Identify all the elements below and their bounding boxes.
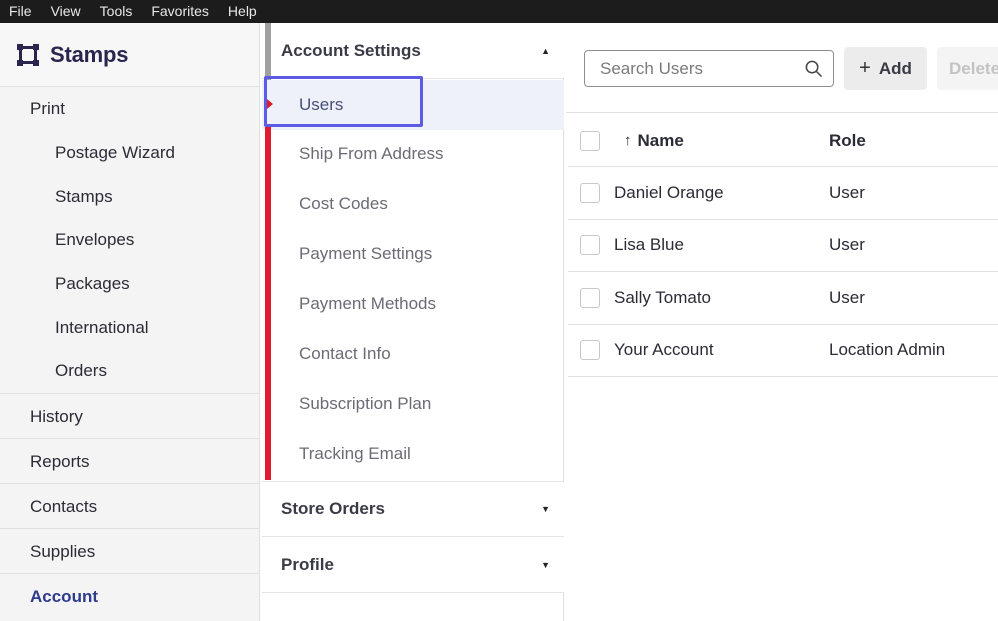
row-checkbox[interactable]	[580, 235, 600, 256]
search-icon[interactable]	[804, 59, 823, 78]
users-toolbar: + Add Delete	[566, 23, 998, 113]
row-checkbox[interactable]	[580, 287, 600, 308]
search-box	[584, 50, 834, 87]
sidebar-item-packages[interactable]: Packages	[0, 262, 259, 306]
profile-header[interactable]: Profile ▼	[262, 537, 564, 593]
user-role: User	[829, 287, 865, 307]
table-row[interactable]: Daniel Orange User	[568, 167, 998, 220]
search-input[interactable]	[585, 51, 795, 86]
sort-ascending-icon: ↑	[624, 132, 632, 149]
profile-title: Profile	[281, 554, 334, 574]
column-header-name-label: Name	[637, 130, 684, 150]
delete-user-button[interactable]: Delete	[937, 47, 998, 90]
sidebar-item-postage-wizard[interactable]: Postage Wizard	[0, 131, 259, 175]
table-row[interactable]: Lisa Blue User	[568, 220, 998, 272]
menu-favorites[interactable]: Favorites	[142, 0, 219, 23]
chevron-down-icon: ▼	[541, 504, 550, 514]
settings-item-contact-info[interactable]: Contact Info	[262, 329, 564, 379]
user-name: Daniel Orange	[614, 182, 724, 202]
row-checkbox[interactable]	[580, 182, 600, 203]
settings-item-tracking-email[interactable]: Tracking Email	[262, 429, 564, 479]
sidebar-item-envelopes[interactable]: Envelopes	[0, 218, 259, 262]
menu-help[interactable]: Help	[219, 0, 267, 23]
sidebar-item-supplies[interactable]: Supplies	[0, 528, 259, 573]
user-role: Location Admin	[829, 340, 946, 360]
add-button-label: Add	[878, 58, 912, 78]
account-settings-title: Account Settings	[281, 40, 421, 60]
menu-view[interactable]: View	[42, 0, 91, 23]
table-header-row: ↑ Name Role	[568, 115, 998, 167]
sidebar-item-orders[interactable]: Orders	[0, 349, 259, 393]
chevron-down-icon: ▼	[541, 559, 550, 570]
settings-item-payment-settings[interactable]: Payment Settings	[262, 229, 564, 279]
user-name: Lisa Blue	[614, 235, 684, 255]
settings-item-ship-from-address[interactable]: Ship From Address	[262, 129, 564, 179]
store-orders-header[interactable]: Store Orders ▼	[262, 481, 564, 537]
column-header-name[interactable]: ↑ Name	[624, 115, 684, 166]
menu-bar: File View Tools Favorites Help	[0, 0, 998, 23]
column-header-role[interactable]: Role	[829, 115, 866, 166]
sidebar-item-stamps[interactable]: Stamps	[0, 175, 259, 219]
active-section-bar	[265, 127, 271, 480]
account-settings-header[interactable]: Account Settings ▲	[262, 23, 564, 79]
user-role: User	[829, 182, 865, 202]
add-user-button[interactable]: + Add	[844, 47, 927, 90]
settings-panel: Account Settings ▲ Users Ship From Addre…	[262, 23, 564, 621]
sidebar-item-print[interactable]: Print	[0, 87, 259, 131]
users-content: + Add Delete ↑ Name Role Daniel Orange U…	[566, 23, 998, 621]
brand-name: Stamps	[50, 41, 129, 67]
user-name: Your Account	[614, 340, 714, 360]
sidebar-item-account[interactable]: Account	[0, 573, 259, 618]
select-all-checkbox[interactable]	[580, 130, 600, 151]
brand-header: Stamps	[0, 23, 259, 87]
sidebar-item-history[interactable]: History	[0, 393, 259, 438]
users-table: ↑ Name Role Daniel Orange User Lisa Blue…	[568, 115, 998, 377]
active-item-marker-icon	[267, 99, 273, 109]
table-row[interactable]: Sally Tomato User	[568, 272, 998, 325]
user-name: Sally Tomato	[614, 287, 712, 307]
settings-item-subscription-plan[interactable]: Subscription Plan	[262, 379, 564, 429]
menu-tools[interactable]: Tools	[91, 0, 143, 23]
chevron-up-icon: ▲	[541, 45, 550, 56]
menu-file[interactable]: File	[0, 0, 42, 23]
plus-icon: +	[859, 57, 871, 79]
sidebar-item-international[interactable]: International	[0, 306, 259, 350]
row-checkbox[interactable]	[580, 340, 600, 361]
store-orders-title: Store Orders	[281, 499, 385, 518]
table-row[interactable]: Your Account Location Admin	[568, 325, 998, 377]
settings-item-users[interactable]: Users	[262, 80, 564, 130]
sidebar-item-contacts[interactable]: Contacts	[0, 483, 259, 528]
settings-item-cost-codes[interactable]: Cost Codes	[262, 179, 564, 229]
main-sidebar: Stamps Print Postage Wizard Stamps Envel…	[0, 23, 260, 621]
delete-button-label: Delete	[949, 58, 998, 78]
section-accent	[265, 23, 271, 81]
settings-item-payment-methods[interactable]: Payment Methods	[262, 279, 564, 329]
stamps-logo-icon	[17, 43, 39, 66]
sidebar-item-reports[interactable]: Reports	[0, 438, 259, 483]
user-role: User	[829, 235, 865, 255]
